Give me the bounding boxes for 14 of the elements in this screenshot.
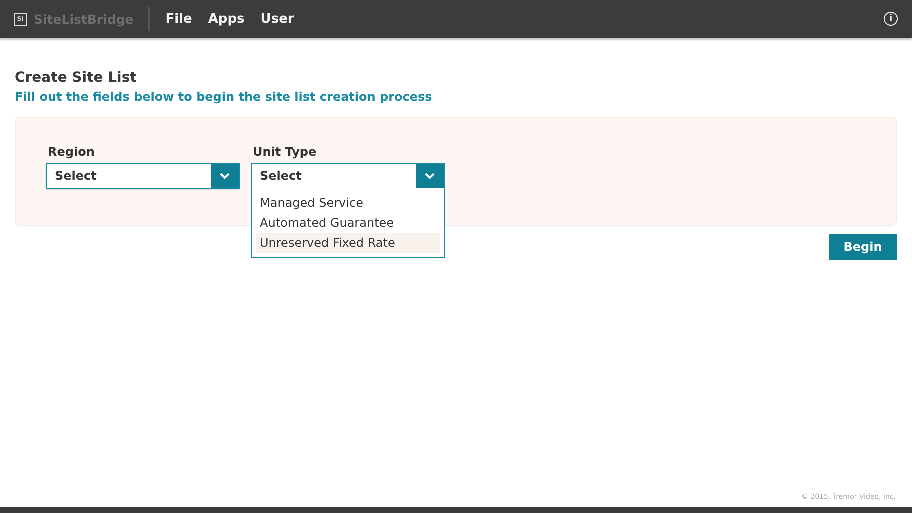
field-label: Region [48, 145, 96, 159]
chevron-down-icon [425, 172, 435, 180]
dropdown-option[interactable]: Unreserved Fixed Rate [256, 233, 440, 253]
page-subtitle: Fill out the fields below to begin the site list creation process [15, 90, 434, 104]
menu-item[interactable]: File [166, 12, 192, 26]
select-field[interactable]: Select [46, 163, 240, 189]
chevron-down-icon [220, 172, 230, 180]
select-field[interactable]: Select [251, 163, 445, 189]
info-icon[interactable]: i [884, 12, 898, 26]
menu-item[interactable]: Apps [208, 12, 245, 26]
begin-button[interactable]: Begin [829, 234, 897, 260]
page-title: Create Site List [15, 70, 138, 86]
field-label: Unit Type [253, 145, 318, 159]
menu-item[interactable]: User [260, 12, 294, 26]
